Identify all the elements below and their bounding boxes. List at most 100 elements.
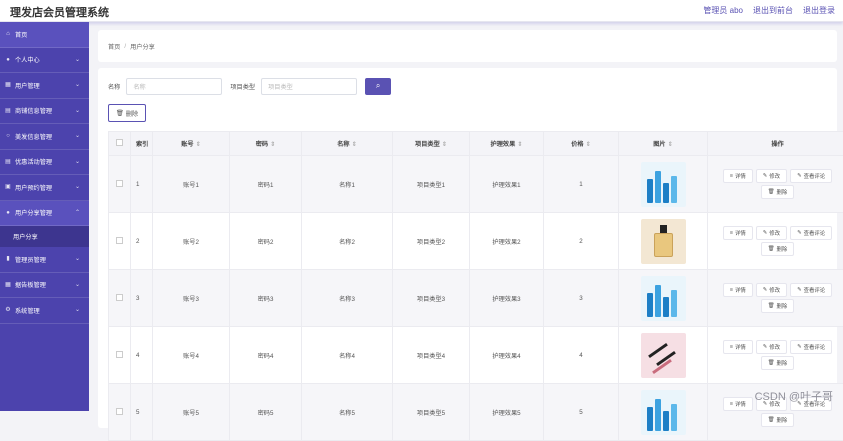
column-header-index: 索引 — [131, 132, 153, 156]
row-select-cell[interactable] — [109, 156, 131, 213]
row-select-cell[interactable] — [109, 384, 131, 441]
column-header-password[interactable]: 密码⇕ — [230, 132, 302, 156]
column-header-name[interactable]: 名称⇕ — [302, 132, 393, 156]
sidebar-item-system-management[interactable]: ⚙系统管理⌄ — [0, 298, 89, 324]
cell-password: 密码3 — [230, 270, 302, 327]
cell-effect: 护理效果5 — [470, 384, 544, 441]
delete-button[interactable]: 🗑删除 — [761, 413, 795, 427]
sidebar-item-share-management[interactable]: ●用户分享管理⌃ — [0, 201, 89, 227]
cell-image[interactable] — [619, 156, 708, 213]
view-comments-button[interactable]: ✎查看评论 — [790, 340, 832, 354]
column-header-type[interactable]: 项目类型⇕ — [393, 132, 470, 156]
sort-icon[interactable]: ⇕ — [442, 141, 447, 148]
sidebar-item-home[interactable]: ⌂首页 — [0, 22, 89, 48]
row-checkbox[interactable] — [116, 408, 123, 415]
cell-account: 账号3 — [153, 270, 230, 327]
edit-button[interactable]: ✎修改 — [756, 283, 787, 297]
detail-button[interactable]: ≡详情 — [723, 340, 753, 354]
sort-icon[interactable]: ⇕ — [270, 141, 275, 148]
product-thumbnail — [641, 390, 686, 435]
breadcrumb-current: 用户分享 — [130, 42, 155, 51]
circle-icon: ○ — [5, 133, 11, 139]
edit-button[interactable]: ✎修改 — [756, 169, 787, 183]
sort-icon[interactable]: ⇕ — [352, 141, 357, 148]
sort-icon[interactable]: ⇕ — [196, 141, 201, 148]
delete-button[interactable]: 🗑删除 — [761, 299, 795, 313]
row-actions: ≡详情✎修改✎查看评论 🗑删除 — [708, 340, 843, 370]
user-icon: ● — [5, 210, 11, 216]
cell-effect: 护理效果1 — [470, 156, 544, 213]
type-search-input[interactable]: 项目类型 — [261, 78, 357, 95]
action-icon: ✎ — [797, 230, 802, 236]
action-icon: 🗑 — [768, 360, 775, 366]
sidebar-subitem-user-share[interactable]: 用户分享 — [0, 226, 89, 247]
delete-button[interactable]: 🗑删除 — [761, 242, 795, 256]
sidebar-item-shop-info[interactable]: ▤商铺信息管理⌄ — [0, 99, 89, 125]
sort-icon[interactable]: ⇕ — [586, 141, 591, 148]
chevron-down-icon: ⌄ — [75, 255, 80, 262]
sidebar-item-reservations[interactable]: ▣用户预约管理⌄ — [0, 175, 89, 201]
sidebar-item-user-management[interactable]: ▦用户管理⌄ — [0, 73, 89, 99]
cell-actions: ≡详情✎修改✎查看评论 🗑删除 — [708, 156, 843, 213]
sidebar-item-hair-info[interactable]: ○美发信息管理⌄ — [0, 124, 89, 150]
batch-delete-button[interactable]: 🗑 删除 — [108, 104, 146, 122]
row-checkbox[interactable] — [116, 351, 123, 358]
admin-user-link[interactable]: 管理员 abo — [703, 5, 743, 16]
name-search-input[interactable]: 名称 — [126, 78, 222, 95]
sidebar-item-promotions[interactable]: ▤优惠活动管理⌄ — [0, 150, 89, 176]
logout-link[interactable]: 退出登录 — [803, 5, 835, 16]
column-header-account[interactable]: 账号⇕ — [153, 132, 230, 156]
view-comments-button[interactable]: ✎查看评论 — [790, 226, 832, 240]
cell-image[interactable] — [619, 213, 708, 270]
detail-button[interactable]: ≡详情 — [723, 397, 753, 411]
detail-button[interactable]: ≡详情 — [723, 169, 753, 183]
column-header-effect[interactable]: 护理效果⇕ — [470, 132, 544, 156]
cell-image[interactable] — [619, 384, 708, 441]
cell-index: 2 — [131, 213, 153, 270]
row-checkbox[interactable] — [116, 180, 123, 187]
content-card: 名称 名称 项目类型 项目类型 ⌕ 🗑 删除 索引 账号⇕ 密码⇕ 名称⇕ 项目… — [98, 68, 837, 428]
column-header-price[interactable]: 价格⇕ — [544, 132, 619, 156]
column-header-image[interactable]: 图片⇕ — [619, 132, 708, 156]
top-bar: 理发店会员管理系统 管理员 abo 退出到前台 退出登录 — [0, 0, 843, 22]
sort-icon[interactable]: ⇕ — [668, 141, 673, 148]
row-actions: ≡详情✎修改✎查看评论 🗑删除 — [708, 283, 843, 313]
search-button[interactable]: ⌕ — [365, 78, 391, 95]
action-icon: ✎ — [797, 344, 802, 350]
action-icon: 🗑 — [768, 246, 775, 252]
row-select-cell[interactable] — [109, 213, 131, 270]
sidebar-item-admin-management[interactable]: ▮管理员管理⌄ — [0, 247, 89, 273]
cell-actions: ≡详情✎修改✎查看评论 🗑删除 — [708, 270, 843, 327]
view-comments-button[interactable]: ✎查看评论 — [790, 283, 832, 297]
select-all-cell[interactable] — [109, 132, 131, 156]
delete-button[interactable]: 🗑删除 — [761, 356, 795, 370]
breadcrumb-home[interactable]: 首页 — [108, 42, 120, 51]
chevron-up-icon: ⌃ — [75, 209, 80, 216]
edit-button[interactable]: ✎修改 — [756, 226, 787, 240]
chevron-down-icon: ⌄ — [75, 81, 80, 88]
cell-actions: ≡详情✎修改✎查看评论 🗑删除 — [708, 213, 843, 270]
cell-name: 名称4 — [302, 327, 393, 384]
delete-button[interactable]: 🗑删除 — [761, 185, 795, 199]
action-icon: ≡ — [730, 230, 733, 236]
row-checkbox[interactable] — [116, 294, 123, 301]
cell-image[interactable] — [619, 270, 708, 327]
table-row: 3账号3密码3名称3项目类型3护理效果33≡详情✎修改✎查看评论🗑删除 — [109, 270, 843, 327]
row-select-cell[interactable] — [109, 327, 131, 384]
detail-button[interactable]: ≡详情 — [723, 283, 753, 297]
detail-button[interactable]: ≡详情 — [723, 226, 753, 240]
view-comments-button[interactable]: ✎查看评论 — [790, 169, 832, 183]
cell-image[interactable] — [619, 327, 708, 384]
chevron-down-icon: ⌄ — [75, 107, 80, 114]
back-to-frontend-link[interactable]: 退出到前台 — [753, 5, 793, 16]
row-select-cell[interactable] — [109, 270, 131, 327]
table-row: 1账号1密码1名称1项目类型1护理效果11≡详情✎修改✎查看评论🗑删除 — [109, 156, 843, 213]
select-all-checkbox[interactable] — [116, 139, 123, 146]
sidebar-item-personal-center[interactable]: ●个人中心⌄ — [0, 48, 89, 74]
trash-icon: 🗑 — [116, 109, 124, 117]
top-links: 管理员 abo 退出到前台 退出登录 — [703, 5, 835, 16]
sidebar-item-board-management[interactable]: ▦据告板管理⌄ — [0, 273, 89, 299]
sort-icon[interactable]: ⇕ — [517, 141, 522, 148]
edit-button[interactable]: ✎修改 — [756, 340, 787, 354]
row-checkbox[interactable] — [116, 237, 123, 244]
